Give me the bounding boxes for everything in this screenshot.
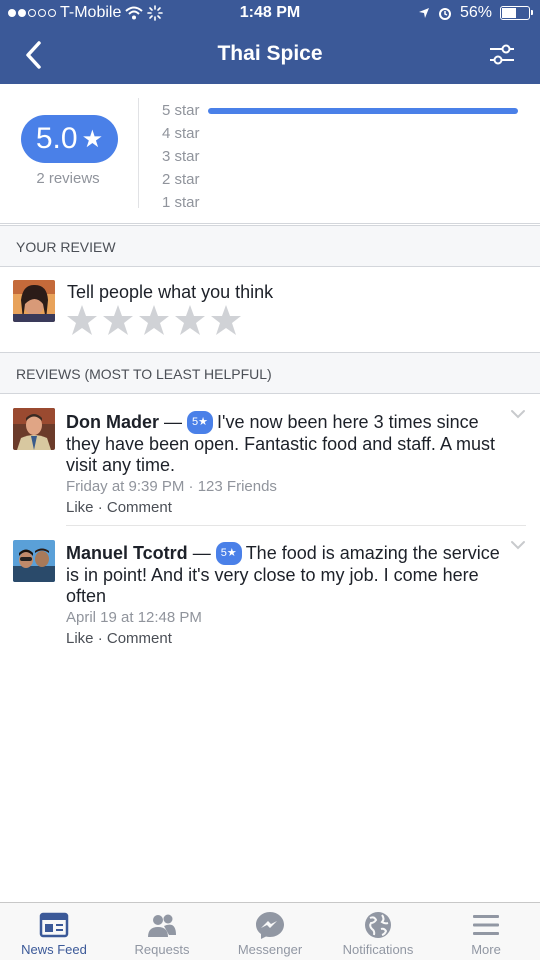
star-row-1: 1 star [162,191,522,214]
star-icon[interactable] [138,304,170,336]
review-content: Manuel Tcotrd — 5★ The food is amazing th… [66,542,506,650]
rating-badge: 5★ [187,411,214,434]
review-meta[interactable]: April 19 at 12:48 PM [66,607,506,628]
star-icon: ★ [81,125,104,153]
avatar[interactable] [13,540,55,582]
comment-button[interactable]: Comment [107,499,172,516]
rating-badge: 5★ [215,542,242,565]
action-separator: · [97,630,103,647]
messenger-icon [256,912,284,939]
action-separator: · [97,499,103,516]
reviews-header: REVIEWS (MOST TO LEAST HELPFUL) [0,352,540,394]
average-score-badge: 5.0 ★ [21,115,118,163]
page-title: Thai Spice [217,42,323,65]
tab-label: News Feed [21,942,87,957]
news-feed-icon [39,912,69,938]
status-bar: T-Mobile 1:48 PM 56% [0,0,540,28]
review-actions: Like · Comment [66,497,506,519]
star-distribution: 5 star 4 star 3 star 2 star 1 star [162,99,522,214]
rating-summary: 5.0 ★ 2 reviews 5 star 4 star 3 star 2 s… [0,84,540,224]
nav-bar: Thai Spice [0,28,540,84]
reviews-count: 2 reviews [36,170,100,187]
star-row-label: 4 star [162,125,200,142]
tab-bar: News Feed Requests Messenger Notificatio… [0,902,540,960]
sliders-icon[interactable] [488,42,516,68]
star-icon[interactable] [66,304,98,336]
summary-divider [138,98,139,208]
star-icon[interactable] [102,304,134,336]
star-icon[interactable] [174,304,206,336]
avatar[interactable] [13,408,55,450]
chevron-down-icon[interactable] [510,409,526,419]
your-review-section: Tell people what you think [0,268,540,352]
like-button[interactable]: Like [66,499,94,516]
star-row-label: 2 star [162,171,200,188]
tab-requests[interactable]: Requests [108,903,216,960]
star-row-label: 5 star [162,102,200,119]
average-score: 5.0 [35,122,78,155]
review-author[interactable]: Manuel Tcotrd [66,543,188,563]
review-item: Manuel Tcotrd — 5★ The food is amazing th… [0,526,540,656]
comment-button[interactable]: Comment [107,630,172,647]
tab-notifications[interactable]: Notifications [324,903,432,960]
friends-icon [148,914,176,937]
alarm-icon [438,8,451,20]
star-row-3: 3 star [162,145,522,168]
star-row-2: 2 star [162,168,522,191]
tab-messenger[interactable]: Messenger [216,903,324,960]
status-right: 56% [418,4,533,22]
tab-label: Notifications [342,942,414,957]
review-author[interactable]: Don Mader [66,412,159,432]
tab-news-feed[interactable]: News Feed [0,903,108,960]
tab-more[interactable]: More [432,903,540,960]
review-item: Don Mader — 5★ I've now been here 3 times… [0,395,540,526]
star-rating-input[interactable] [66,304,242,336]
star-row-label: 3 star [162,148,200,165]
star-row-5: 5 star [162,99,522,122]
review-actions: Like · Comment [66,628,506,650]
your-review-header: YOUR REVIEW [0,225,540,267]
tab-label: More [471,942,501,957]
menu-icon [473,915,499,935]
like-button[interactable]: Like [66,630,94,647]
location-arrow-icon [418,8,429,18]
battery-percent: 56% [459,4,492,21]
chevron-down-icon[interactable] [510,540,526,550]
star-icon[interactable] [210,304,242,336]
avatar[interactable] [13,280,55,322]
star-row-bar [208,107,518,114]
review-content: Don Mader — 5★ I've now been here 3 times… [66,411,506,519]
author-dash: — [164,412,183,432]
tab-label: Messenger [237,942,303,957]
author-dash: — [192,543,211,563]
review-prompt[interactable]: Tell people what you think [67,282,273,303]
star-row-4: 4 star [162,122,522,145]
battery-icon [500,6,533,20]
review-meta[interactable]: Friday at 9:39 PM · 123 Friends [66,476,506,497]
tab-label: Requests [134,942,190,957]
star-row-label: 1 star [162,194,200,211]
globe-icon [365,912,391,938]
